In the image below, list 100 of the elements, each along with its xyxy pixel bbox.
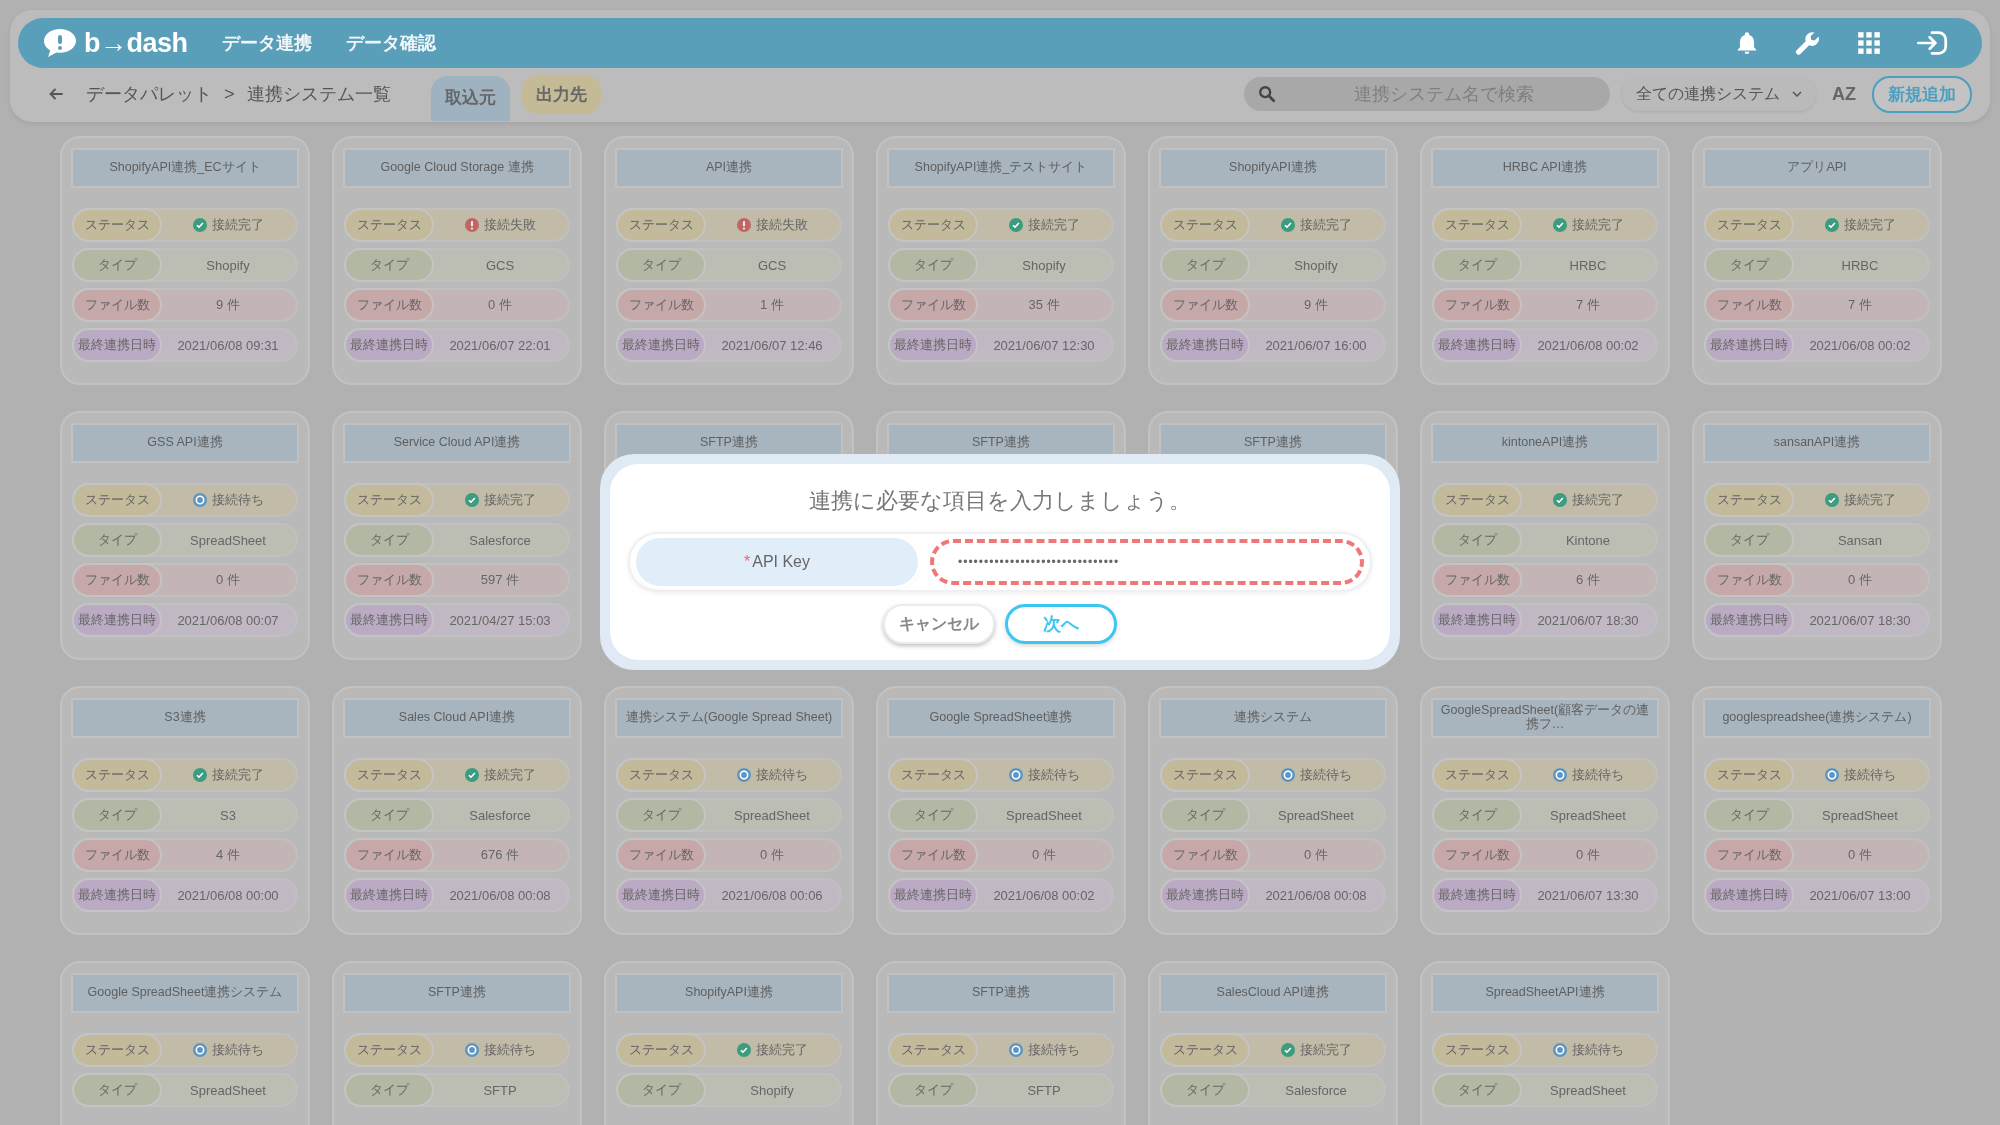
row-label: 最終連携日時 <box>618 330 704 360</box>
pending-circle-icon <box>192 1043 207 1057</box>
card[interactable]: Google SpreadSheet連携 ステータス 接続待ち タイプ SpreadSheet ファイル数 0 件 最終連携日時 2021/06/08 00:02 <box>876 686 1126 935</box>
row-label: ステータス <box>74 1035 160 1065</box>
card[interactable]: SpreadSheetAPI連携 ステータス 接続待ち タイプ SpreadSheet <box>1420 961 1670 1125</box>
card-title: Sales Cloud API連携 <box>343 698 571 738</box>
row-label: ステータス <box>1434 485 1520 515</box>
row-value: 接続待ち <box>211 1041 264 1059</box>
check-circle-icon <box>736 1043 751 1057</box>
card[interactable]: kintoneAPI連携 ステータス 接続完了 タイプ Kintone ファイル数 6 件 最終連携日時 2021/06/07 18:30 <box>1420 411 1670 660</box>
pending-circle-icon <box>1552 1043 1567 1057</box>
tab[interactable]: 取込元 <box>430 75 510 121</box>
card[interactable]: GoogleSpreadSheet(顧客データの連携フ… ステータス 接続待ち タイプ SpreadSheet ファイル数 0 件 最終連携日時 2021/06/07 13:30 <box>1420 686 1670 935</box>
row-label: ステータス <box>346 210 432 240</box>
card[interactable]: GSS API連携 ステータス 接続待ち タイプ SpreadSheet ファイル数 0 件 最終連携日時 2021/06/08 00:07 <box>60 411 310 660</box>
row-label: タイプ <box>346 800 432 830</box>
row-label: タイプ <box>1434 1075 1520 1105</box>
card[interactable]: ShopifyAPI連携_テストサイト ステータス 接続完了 タイプ Shopify ファイル数 35 件 最終連携日時 2021/06/07 12:30 <box>876 136 1126 385</box>
row-label: タイプ <box>618 800 704 830</box>
cancel-button[interactable]: キャンセル <box>883 604 995 644</box>
card[interactable]: ShopifyAPI連携 ステータス 接続完了 タイプ Shopify ファイル数 9 件 最終連携日時 2021/06/07 16:00 <box>1148 136 1398 385</box>
row-label: ステータス <box>1706 760 1792 790</box>
back-arrow-icon[interactable] <box>48 86 64 102</box>
card[interactable]: SalesCloud API連携 ステータス 接続完了 タイプ Salesforce <box>1148 961 1398 1125</box>
api-key-field[interactable]: ••••••••••••••••••••••••••••••• <box>930 539 1364 585</box>
breadcrumb-item: > <box>224 83 235 105</box>
card[interactable]: SFTP連携 ステータス 接続待ち タイプ SFTP <box>876 961 1126 1125</box>
row-value: 2021/06/07 22:01 <box>449 337 551 353</box>
grid-icon[interactable] <box>1856 30 1882 56</box>
row-label: タイプ <box>346 525 432 555</box>
card[interactable]: ShopifyAPI連携_ECサイト ステータス 接続完了 タイプ Shopify ファイル数 9 件 最終連携日時 2021/06/08 09:31 <box>60 136 310 385</box>
row-label: タイプ <box>618 1075 704 1105</box>
sort-button[interactable]: AZ <box>1828 83 1860 105</box>
row-label: タイプ <box>1706 525 1792 555</box>
card-title: ShopifyAPI連携_テストサイト <box>887 148 1115 188</box>
row-label: 最終連携日時 <box>346 330 432 360</box>
card[interactable]: Service Cloud API連携 ステータス 接続完了 タイプ Salesforce ファイル数 597 件 最終連携日時 2021/04/27 15:03 <box>332 411 582 660</box>
row-value: 2021/06/08 00:02 <box>1537 337 1639 353</box>
row-value: 接続失敗 <box>483 216 536 234</box>
check-circle-icon <box>1280 1043 1295 1057</box>
modal-title: 連携に必要な項目を入力しましょう。 <box>809 487 1191 515</box>
row-value: Shopify <box>206 257 250 273</box>
row-label: ファイル数 <box>1706 565 1792 595</box>
row-label: ファイル数 <box>346 290 432 320</box>
card[interactable]: sansanAPI連携 ステータス 接続完了 タイプ Sansan ファイル数 0 件 最終連携日時 2021/06/07 18:30 <box>1692 411 1942 660</box>
row-value: 35 件 <box>1028 296 1060 314</box>
row-value: 接続完了 <box>1843 216 1896 234</box>
row-value: 2021/04/27 15:03 <box>449 612 551 628</box>
check-circle-icon <box>1824 218 1839 232</box>
row-label: ステータス <box>1434 210 1520 240</box>
row-value: GCS <box>485 257 515 273</box>
row-label: 最終連携日時 <box>1162 880 1248 910</box>
row-label: ファイル数 <box>618 840 704 870</box>
row-label: タイプ <box>346 250 432 280</box>
card[interactable]: ShopifyAPI連携 ステータス 接続完了 タイプ Shopify <box>604 961 854 1125</box>
card[interactable]: googlespreadshee(連携システム) ステータス 接続待ち タイプ SpreadSheet ファイル数 0 件 最終連携日時 2021/06/07 13:00 <box>1692 686 1942 935</box>
card[interactable]: API連携 ステータス 接続失敗 タイプ GCS ファイル数 1 件 最終連携日時 2021/06/07 12:46 <box>604 136 854 385</box>
row-value: 2021/06/07 13:00 <box>1809 887 1911 903</box>
card[interactable]: Google SpreadSheet連携システム ステータス 接続待ち タイプ SpreadSheet <box>60 961 310 1125</box>
row-value: SpreadSheet <box>1006 807 1082 823</box>
card-title: SpreadSheetAPI連携 <box>1431 973 1659 1013</box>
row-label: ファイル数 <box>1434 565 1520 595</box>
card[interactable]: Google Cloud Storage 連携 ステータス 接続失敗 タイプ GCS ファイル数 0 件 最終連携日時 2021/06/07 22:01 <box>332 136 582 385</box>
row-value: 0 件 <box>216 571 240 589</box>
card[interactable]: 連携システム(Google Spread Sheet) ステータス 接続待ち タイプ SpreadSheet ファイル数 0 件 最終連携日時 2021/06/08 00:06 <box>604 686 854 935</box>
tab[interactable]: 出力先 <box>521 74 601 114</box>
nav-link[interactable]: データ確認 <box>345 31 436 55</box>
row-value: 接続待ち <box>1571 1041 1624 1059</box>
check-circle-icon <box>464 768 479 782</box>
nav-link[interactable]: データ連携 <box>221 31 312 55</box>
row-label: ファイル数 <box>74 290 160 320</box>
row-value: 2021/06/07 12:46 <box>721 337 823 353</box>
add-button[interactable]: 新規追加 <box>1872 75 1972 113</box>
card[interactable]: S3連携 ステータス 接続完了 タイプ S3 ファイル数 4 件 最終連携日時 2021/06/08 00:00 <box>60 686 310 935</box>
card[interactable]: アプリAPI ステータス 接続完了 タイプ HRBC ファイル数 7 件 最終連携日時 2021/06/08 00:02 <box>1692 136 1942 385</box>
row-value: 接続待ち <box>1027 1041 1080 1059</box>
next-button[interactable]: 次へ <box>1005 604 1117 644</box>
card[interactable]: HRBC API連携 ステータス 接続完了 タイプ HRBC ファイル数 7 件 最終連携日時 2021/06/08 00:02 <box>1420 136 1670 385</box>
row-value: SpreadSheet <box>734 807 810 823</box>
row-value: 1 件 <box>760 296 784 314</box>
row-label: ファイル数 <box>890 290 976 320</box>
row-label: タイプ <box>1706 800 1792 830</box>
card-title: Google SpreadSheet連携 <box>887 698 1115 738</box>
card[interactable]: 連携システム ステータス 接続待ち タイプ SpreadSheet ファイル数 0 件 最終連携日時 2021/06/08 00:08 <box>1148 686 1398 935</box>
wrench-icon[interactable] <box>1794 29 1822 57</box>
row-value: 676 件 <box>480 846 520 864</box>
row-value: 接続完了 <box>1571 216 1624 234</box>
row-value: 4 件 <box>216 846 240 864</box>
card-title: API連携 <box>615 148 843 188</box>
card[interactable]: Sales Cloud API連携 ステータス 接続完了 タイプ Salesforce ファイル数 676 件 最終連携日時 2021/06/08 00:08 <box>332 686 582 935</box>
row-label: ステータス <box>1434 1035 1520 1065</box>
row-label: 最終連携日時 <box>1706 605 1792 635</box>
card[interactable]: SFTP連携 ステータス 接続待ち タイプ SFTP <box>332 961 582 1125</box>
row-value: 0 件 <box>1304 846 1328 864</box>
filter-dropdown[interactable]: 全ての連携システム <box>1622 77 1816 111</box>
alert-circle-icon <box>736 218 751 232</box>
logout-icon[interactable] <box>1916 29 1948 57</box>
row-label: 最終連携日時 <box>74 880 160 910</box>
row-value: 接続待ち <box>211 491 264 509</box>
row-label: 最終連携日時 <box>618 880 704 910</box>
